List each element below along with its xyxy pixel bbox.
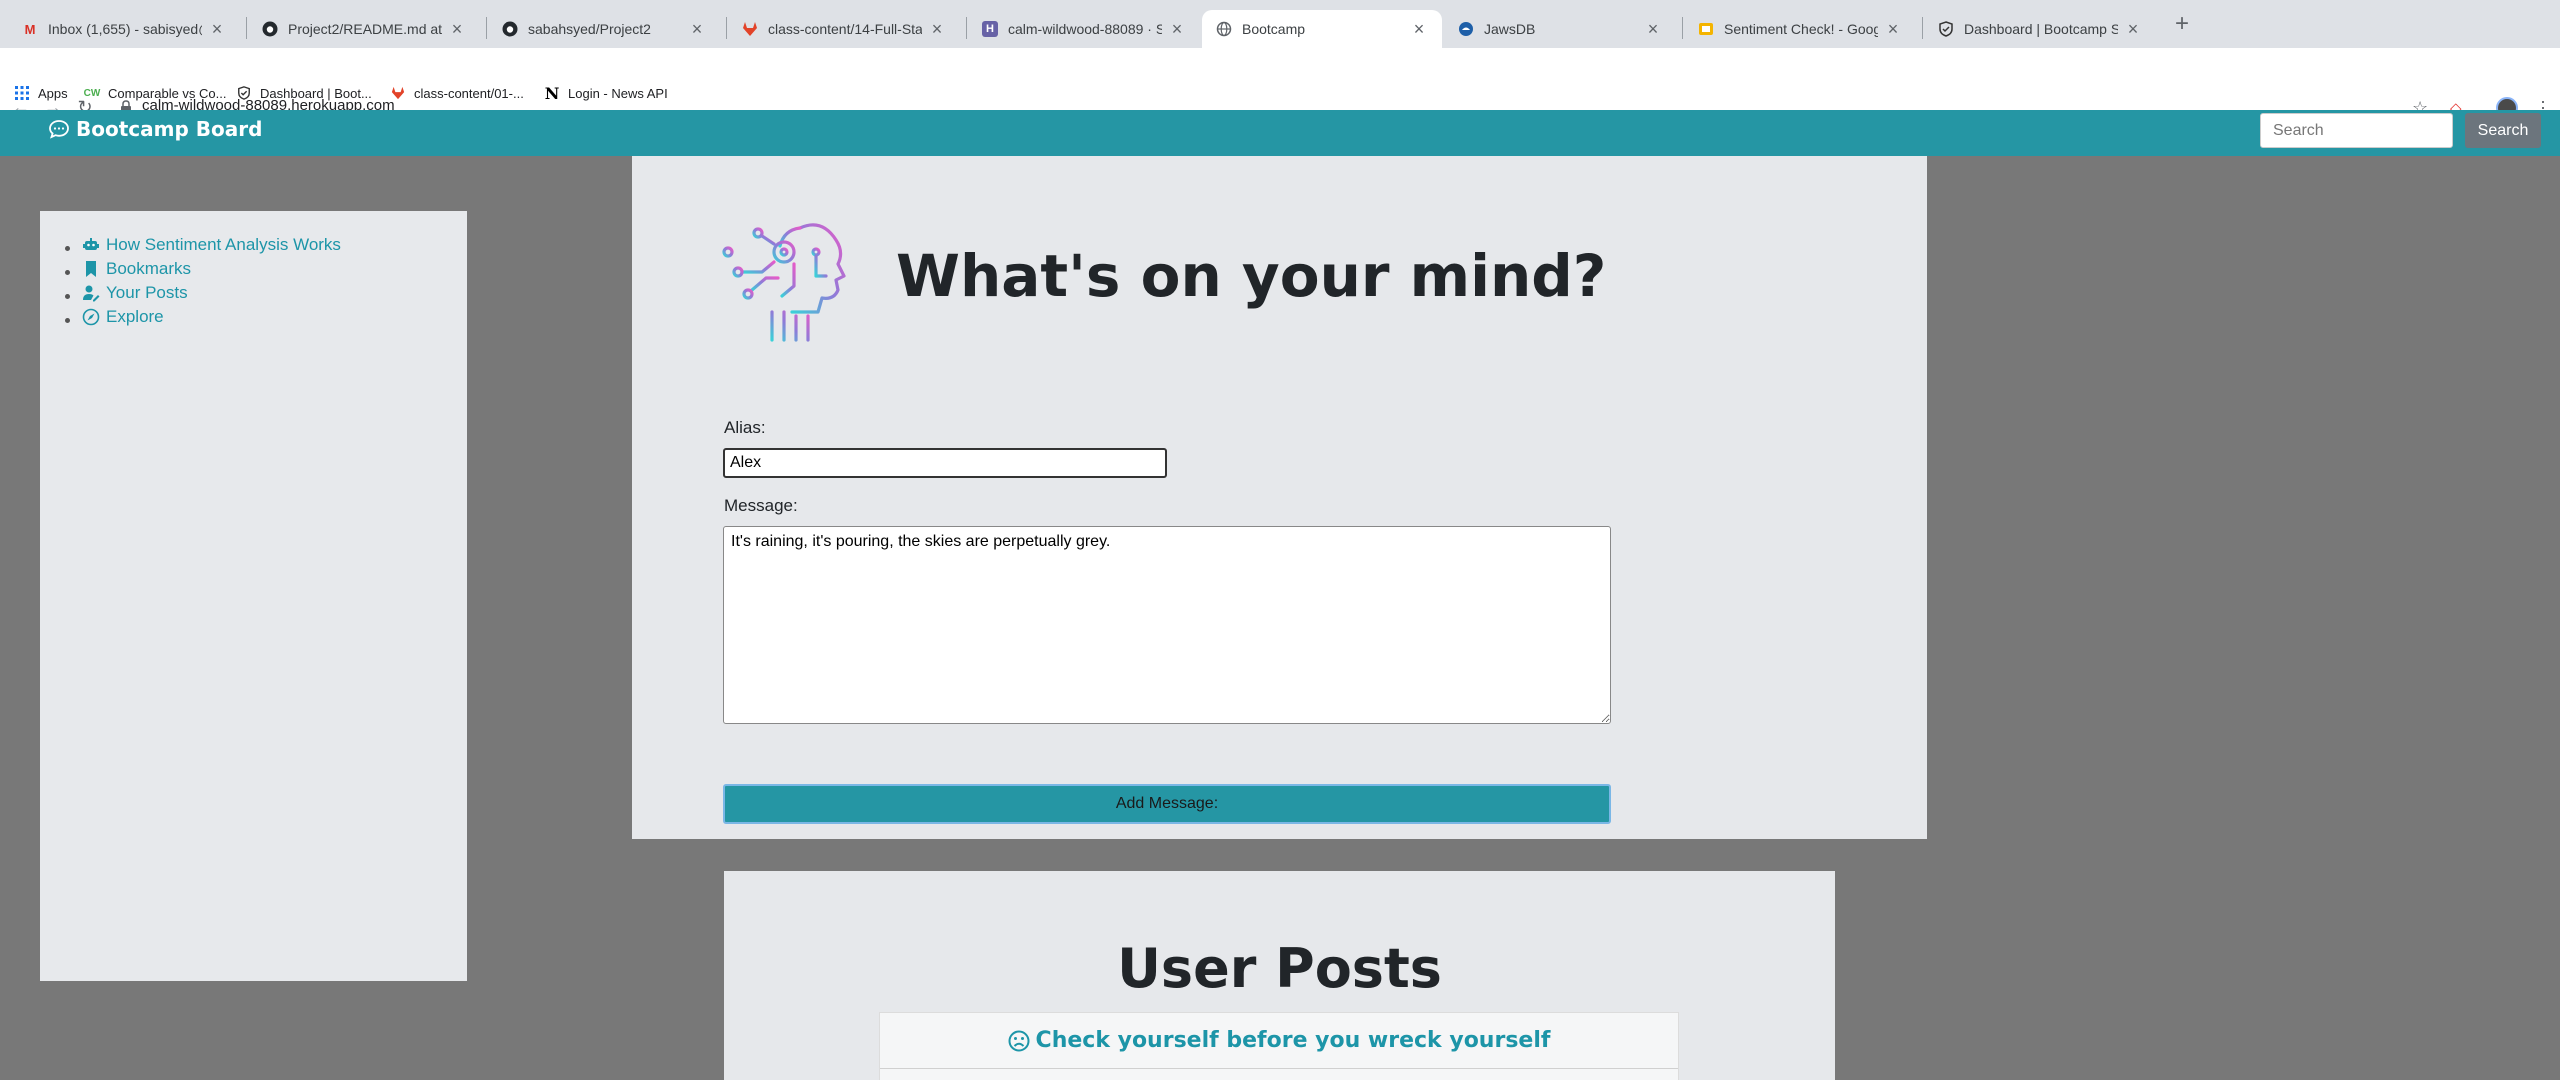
sidebar-item-your-posts: Your Posts (82, 281, 467, 305)
sidebar-link-your-posts[interactable]: Your Posts (82, 281, 188, 305)
heroku-icon: H (982, 21, 998, 37)
compass-icon (82, 308, 100, 326)
alias-input[interactable] (723, 448, 1167, 478)
sidebar-item-label: Explore (106, 307, 164, 326)
tab-bootcamp-spot[interactable]: Dashboard | Bootcamp Spot × (1924, 10, 2156, 48)
globe-icon (1216, 21, 1232, 37)
bookmark-class-content[interactable]: class-content/01-... (390, 82, 524, 104)
tab-title: Project2/README.md at master (288, 21, 442, 37)
slides-icon (1698, 21, 1714, 37)
bookmark-dashboard[interactable]: Dashboard | Boot... (236, 82, 372, 104)
bookmark-apps[interactable]: Apps (14, 82, 68, 104)
close-icon[interactable]: × (688, 19, 706, 40)
tab-title: sabahsyed/Project2 (528, 21, 651, 37)
sidebar-list: How Sentiment Analysis Works Bookmarks Y… (40, 211, 467, 329)
sidebar-item-label: How Sentiment Analysis Works (106, 235, 341, 254)
comparable-icon: CW (83, 87, 101, 99)
close-icon[interactable]: × (928, 19, 946, 40)
shield-icon (236, 85, 252, 101)
close-icon[interactable]: × (1168, 19, 1186, 40)
tab-jawsdb[interactable]: JawsDB × (1444, 10, 1676, 48)
tab-title: Bootcamp (1242, 21, 1306, 37)
github-icon (262, 21, 278, 37)
apps-grid-icon (14, 85, 30, 101)
message-label: Message: (724, 496, 798, 515)
jawsdb-icon (1458, 21, 1474, 37)
bookmarks-bar: Apps CW Comparable vs Co... Dashboard | … (0, 82, 2560, 104)
sidebar-item-label: Bookmarks (106, 259, 192, 278)
tab-heroku-settings[interactable]: H calm-wildwood-88089 · Settings × (968, 10, 1200, 48)
bookmark-icon (86, 261, 96, 277)
post-title-text: Check yourself before you wreck yourself (1035, 1028, 1551, 1053)
sidebar-link-sentiment-analysis[interactable]: How Sentiment Analysis Works (82, 233, 341, 257)
sidebar-item-sentiment-analysis: How Sentiment Analysis Works (82, 233, 467, 257)
tab-google-slides[interactable]: Sentiment Check! - Google Slides × (1684, 10, 1916, 48)
tab-title: JawsDB (1484, 21, 1536, 37)
tab-github-project[interactable]: sabahsyed/Project2 × (488, 10, 720, 48)
tab-title: class-content/14-Full-Stack/0 (768, 21, 922, 37)
tab-title: Inbox (1,655) - sabisyed@gmail.com (48, 21, 202, 37)
close-icon[interactable]: × (1410, 19, 1428, 40)
tab-title: Sentiment Check! - Google Slides (1724, 21, 1878, 37)
new-message-card: What's on your mind? Alias: Message: It'… (632, 156, 1927, 839)
search-input[interactable] (2260, 113, 2453, 148)
close-icon[interactable]: × (448, 19, 466, 40)
news-api-icon: N (544, 83, 560, 103)
sad-face-icon (1008, 1030, 1030, 1051)
page-heading: What's on your mind? (896, 242, 1607, 310)
message-textarea[interactable]: It's raining, it's pouring, the skies ar… (723, 526, 1611, 724)
bookmark-comparable[interactable]: CW Comparable vs Co... (84, 82, 227, 104)
tab-github-readme[interactable]: Project2/README.md at master × (248, 10, 480, 48)
close-icon[interactable]: × (1644, 19, 1662, 40)
sidebar-link-explore[interactable]: Explore (82, 305, 164, 329)
bookmark-news-api[interactable]: N Login - News API (544, 82, 668, 104)
close-icon[interactable]: × (2124, 19, 2142, 40)
user-posts-card: User Posts Check yourself before you wre… (724, 871, 1835, 1080)
tab-title: Dashboard | Bootcamp Spot (1964, 21, 2118, 37)
sidebar: How Sentiment Analysis Works Bookmarks Y… (40, 211, 467, 981)
close-icon[interactable]: × (1884, 19, 1902, 40)
brand-logo[interactable]: Bootcamp Board (48, 117, 262, 141)
app-navbar: Bootcamp Board Search (0, 110, 2560, 156)
tab-gmail[interactable]: M Inbox (1,655) - sabisyed@gmail.com × (8, 10, 240, 48)
ai-head-illustration (722, 223, 846, 342)
gitlab-icon (390, 85, 406, 101)
sidebar-item-explore: Explore (82, 305, 467, 329)
gitlab-icon (742, 21, 758, 37)
add-message-button[interactable]: Add Message: (723, 784, 1611, 824)
user-edit-icon (83, 285, 100, 302)
post-title[interactable]: Check yourself before you wreck yourself (880, 1013, 1678, 1069)
github-icon (502, 21, 518, 37)
tab-gitlab-class-content[interactable]: class-content/14-Full-Stack/0 × (728, 10, 960, 48)
sidebar-item-label: Your Posts (106, 283, 188, 302)
posts-heading: User Posts (1117, 937, 1442, 1000)
chat-bubble-icon (49, 120, 69, 139)
robot-icon (83, 238, 99, 250)
gmail-icon: M (24, 21, 36, 37)
sidebar-item-bookmarks: Bookmarks (82, 257, 467, 281)
shield-icon (1938, 21, 1954, 37)
alias-label: Alias: (724, 418, 766, 437)
close-icon[interactable]: × (208, 19, 226, 40)
tab-bootcamp[interactable]: Bootcamp × (1202, 10, 1442, 48)
sidebar-link-bookmarks[interactable]: Bookmarks (82, 257, 191, 281)
browser-tab-strip: M Inbox (1,655) - sabisyed@gmail.com × P… (0, 0, 2560, 48)
post-card: Check yourself before you wreck yourself (879, 1012, 1679, 1080)
brand-name: Bootcamp Board (76, 117, 263, 141)
new-tab-button[interactable]: + (2168, 10, 2196, 38)
search-button[interactable]: Search (2465, 113, 2541, 148)
tab-title: calm-wildwood-88089 · Settings (1008, 21, 1162, 37)
